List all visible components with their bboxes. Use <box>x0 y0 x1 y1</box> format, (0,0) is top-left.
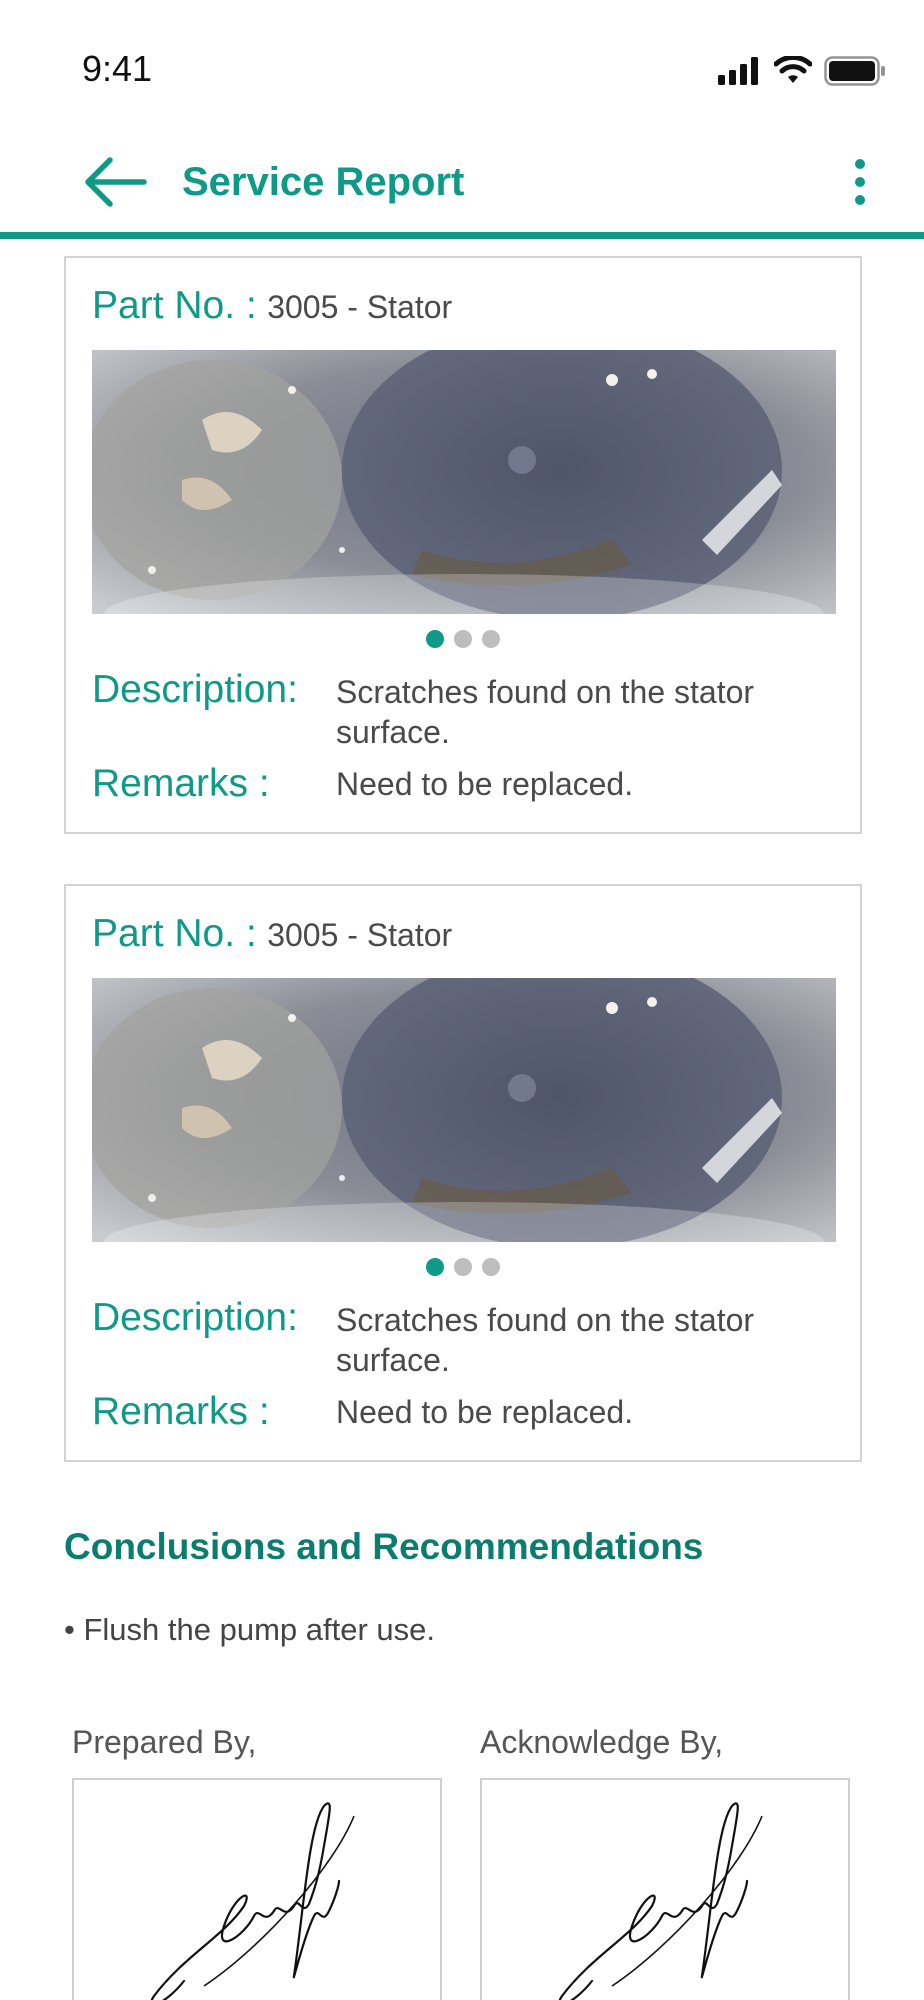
part-number-row: Part No. : 3005 - Stator <box>92 284 452 328</box>
acknowledge-by-label: Acknowledge By, <box>480 1724 724 1760</box>
carousel-dot[interactable] <box>426 630 444 648</box>
more-vertical-icon <box>855 159 865 205</box>
part-photo[interactable] <box>92 350 836 614</box>
part-number-label: Part No. : <box>92 284 257 327</box>
arrow-left-icon <box>85 157 147 207</box>
carousel-indicator <box>66 630 860 648</box>
signature-image <box>150 1802 355 2000</box>
battery-icon <box>824 56 885 86</box>
part-card: Part No. : 3005 - Stator Description: Sc… <box>64 884 862 1462</box>
prepared-by-label: Prepared By, <box>72 1724 257 1760</box>
part-number-value: 3005 - Stator <box>267 917 453 953</box>
remarks-value: Need to be replaced. <box>336 1394 634 1430</box>
status-icons <box>718 56 886 86</box>
carousel-indicator <box>66 1258 860 1276</box>
remarks-value: Need to be replaced. <box>336 766 634 802</box>
description-label: Description: <box>92 1296 298 1339</box>
description-value: Scratches found on the stator surface. <box>336 1302 755 1378</box>
part-number-row: Part No. : 3005 - Stator <box>92 912 452 956</box>
status-bar: 9:41 <box>0 0 924 140</box>
carousel-dot[interactable] <box>482 1258 500 1276</box>
carousel-dot[interactable] <box>454 1258 472 1276</box>
wifi-icon <box>774 56 812 83</box>
remarks-label: Remarks : <box>92 762 270 805</box>
part-number-label: Part No. : <box>92 912 257 955</box>
description-label: Description: <box>92 668 298 711</box>
back-button[interactable] <box>80 152 150 212</box>
remarks-label: Remarks : <box>92 1390 270 1433</box>
conclusion-item: • Flush the pump after use. <box>64 1612 435 1647</box>
description-value: Scratches found on the stator surface. <box>336 674 755 750</box>
app-bar-divider <box>0 232 924 239</box>
part-number-value: 3005 - Stator <box>267 289 453 325</box>
more-options-button[interactable] <box>840 154 880 210</box>
part-card: Part No. : 3005 - Stator Description: Sc… <box>64 256 862 834</box>
prepared-by-signature[interactable] <box>72 1778 442 2000</box>
app-bar: Service Report <box>0 140 924 240</box>
carousel-dot[interactable] <box>426 1258 444 1276</box>
part-photo[interactable] <box>92 978 836 1242</box>
cellular-signal-icon <box>718 57 758 85</box>
acknowledge-by-signature[interactable] <box>480 1778 850 2000</box>
signature-image <box>558 1802 763 2000</box>
status-time: 9:41 <box>82 48 153 89</box>
page-title: Service Report <box>182 160 465 204</box>
carousel-dot[interactable] <box>454 630 472 648</box>
conclusions-title: Conclusions and Recommendations <box>64 1526 704 1567</box>
carousel-dot[interactable] <box>482 630 500 648</box>
